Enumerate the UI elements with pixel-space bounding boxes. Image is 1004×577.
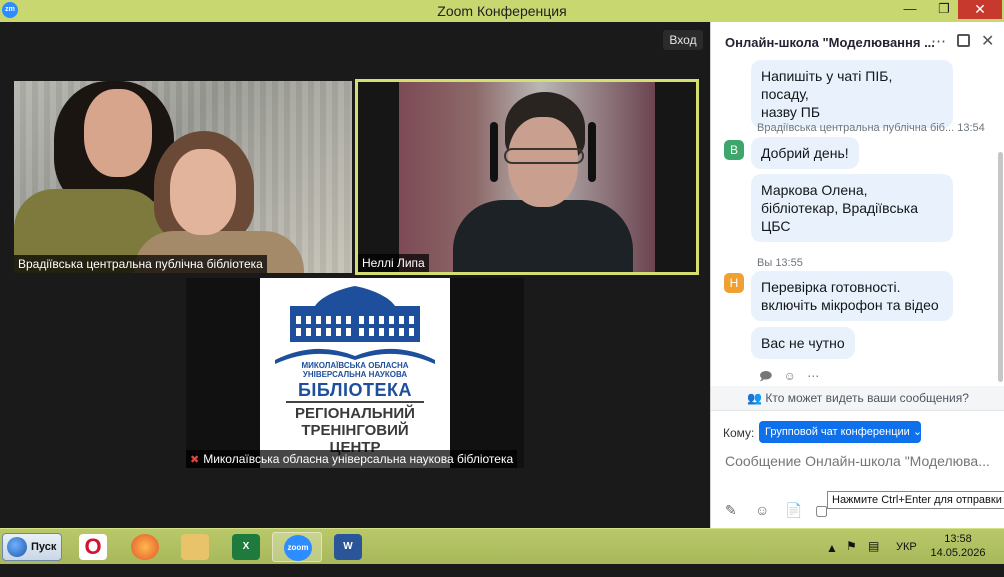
more-icon[interactable]: ⋯ — [807, 369, 819, 383]
window-titlebar: zm Zoom Конференция — ❐ ✕ — [0, 0, 1004, 22]
network-icon[interactable]: ▤ — [868, 539, 879, 575]
show-hidden-icons-icon[interactable]: ▲ — [826, 541, 838, 577]
participant-name: ✖ Миколаївська обласна універсальна науко… — [186, 450, 518, 468]
video-gallery: Вход Врадіївська центральна публічна біб… — [0, 22, 710, 528]
maximize-icon[interactable]: ❐ — [930, 0, 958, 19]
active-speaker-tile[interactable]: Неллі Липа — [355, 79, 699, 275]
excel-icon[interactable]: X — [221, 532, 271, 562]
participant-video — [358, 82, 696, 272]
chat-messages: Напишіть у чаті ПІБ, посаду, назву ПБ Вр… — [711, 60, 1004, 386]
message-sender: Врадіївська центральна публічна біб... 1… — [757, 122, 985, 134]
recipient-select[interactable]: Групповой чат конференции ⌄ — [759, 421, 923, 443]
message-input[interactable] — [725, 449, 1001, 473]
emoji-icon[interactable]: ☺ — [755, 502, 769, 518]
message-time: 13:54 — [957, 122, 985, 134]
send-tooltip: Нажмите Ctrl+Enter для отправки — [827, 491, 1004, 509]
message-time: 13:55 — [775, 257, 803, 269]
avatar: В — [724, 140, 744, 160]
chevron-down-icon: ⌄ — [912, 426, 923, 438]
close-icon[interactable]: ✕ — [958, 0, 1002, 19]
chat-panel: Онлайн-школа "Моделювання ... ⋯ ✕ Напиші… — [710, 22, 1004, 528]
participant-name: Врадіївська центральна публічна бібліоте… — [14, 255, 267, 273]
exit-button[interactable]: Вход — [663, 30, 703, 50]
chat-message[interactable]: Добрий день! — [751, 137, 859, 169]
system-clock[interactable]: 13:58 14.05.2026 — [930, 532, 986, 560]
message-actions: 🗩 ☺ ⋯ — [759, 367, 827, 386]
library-logo: 1881 МИКОЛАЇВСЬКА ОБЛАСНА УНІВЕРСАЛЬНА Н… — [260, 278, 450, 468]
format-icon[interactable]: ✎ — [725, 502, 737, 519]
more-options-icon[interactable]: ⋯ — [931, 32, 947, 50]
chat-message[interactable]: Маркова Олена, бібліотекар, Врадіївська … — [751, 174, 953, 242]
chat-title: Онлайн-школа "Моделювання ... — [725, 35, 935, 50]
video-tile[interactable]: Врадіївська центральна публічна бібліоте… — [14, 81, 352, 273]
participant-video — [14, 81, 352, 273]
firefox-icon[interactable] — [120, 532, 170, 562]
message-sender: Вы 13:55 — [757, 257, 803, 269]
reply-icon[interactable]: 🗩 — [759, 369, 772, 383]
mic-muted-icon: ✖ — [190, 454, 200, 466]
chat-scrollbar[interactable] — [998, 152, 1003, 382]
zoom-icon[interactable]: zoom — [272, 532, 322, 562]
explorer-icon[interactable] — [170, 532, 220, 562]
logo-center-name: РЕГІОНАЛЬНИЙ ТРЕНІНГОВИЙ ЦЕНТР — [295, 405, 415, 456]
taskbar: Пуск O X zoom W ▲ ⚑ ▤ УКР 13:58 14.05.20… — [0, 528, 1004, 564]
start-button[interactable]: Пуск — [2, 533, 62, 561]
logo-year: 1881 — [343, 292, 367, 303]
language-indicator[interactable]: УКР — [896, 541, 917, 553]
chat-message[interactable]: Напишіть у чаті ПІБ, посаду, назву ПБ — [751, 60, 953, 128]
minimize-icon[interactable]: — — [896, 0, 924, 19]
logo-subtitle: МИКОЛАЇВСЬКА ОБЛАСНА УНІВЕРСАЛЬНА НАУКОВ… — [301, 361, 409, 379]
people-icon: 👥 — [747, 391, 763, 405]
opera-icon[interactable]: O — [68, 532, 118, 562]
close-chat-icon[interactable]: ✕ — [981, 31, 994, 51]
participant-name: Неллі Липа — [358, 254, 429, 272]
emoji-reaction-icon[interactable]: ☺ — [784, 369, 796, 383]
divider — [711, 410, 1004, 411]
chat-message[interactable]: Перевірка готовності. включіть мікрофон … — [751, 271, 953, 321]
chat-message[interactable]: Вас не чутно — [751, 327, 855, 359]
recipient-label: Кому: — [723, 426, 755, 440]
word-icon[interactable]: W — [323, 532, 373, 562]
window-title: Zoom Конференция — [437, 3, 567, 19]
windows-icon — [7, 537, 27, 557]
logo-title: БІБЛІОТЕКА — [297, 380, 413, 400]
avatar: Н — [724, 273, 744, 293]
video-tile[interactable]: 1881 МИКОЛАЇВСЬКА ОБЛАСНА УНІВЕРСАЛЬНА Н… — [186, 278, 524, 468]
file-icon[interactable]: 📄 — [785, 502, 802, 519]
popout-icon[interactable] — [957, 34, 970, 47]
logo-divider — [286, 401, 424, 403]
privacy-notice[interactable]: 👥 Кто может видеть ваши сообщения? — [711, 386, 1004, 410]
chat-header: Онлайн-школа "Моделювання ... ⋯ ✕ — [711, 22, 1004, 60]
flag-icon[interactable]: ⚑ — [846, 539, 857, 575]
